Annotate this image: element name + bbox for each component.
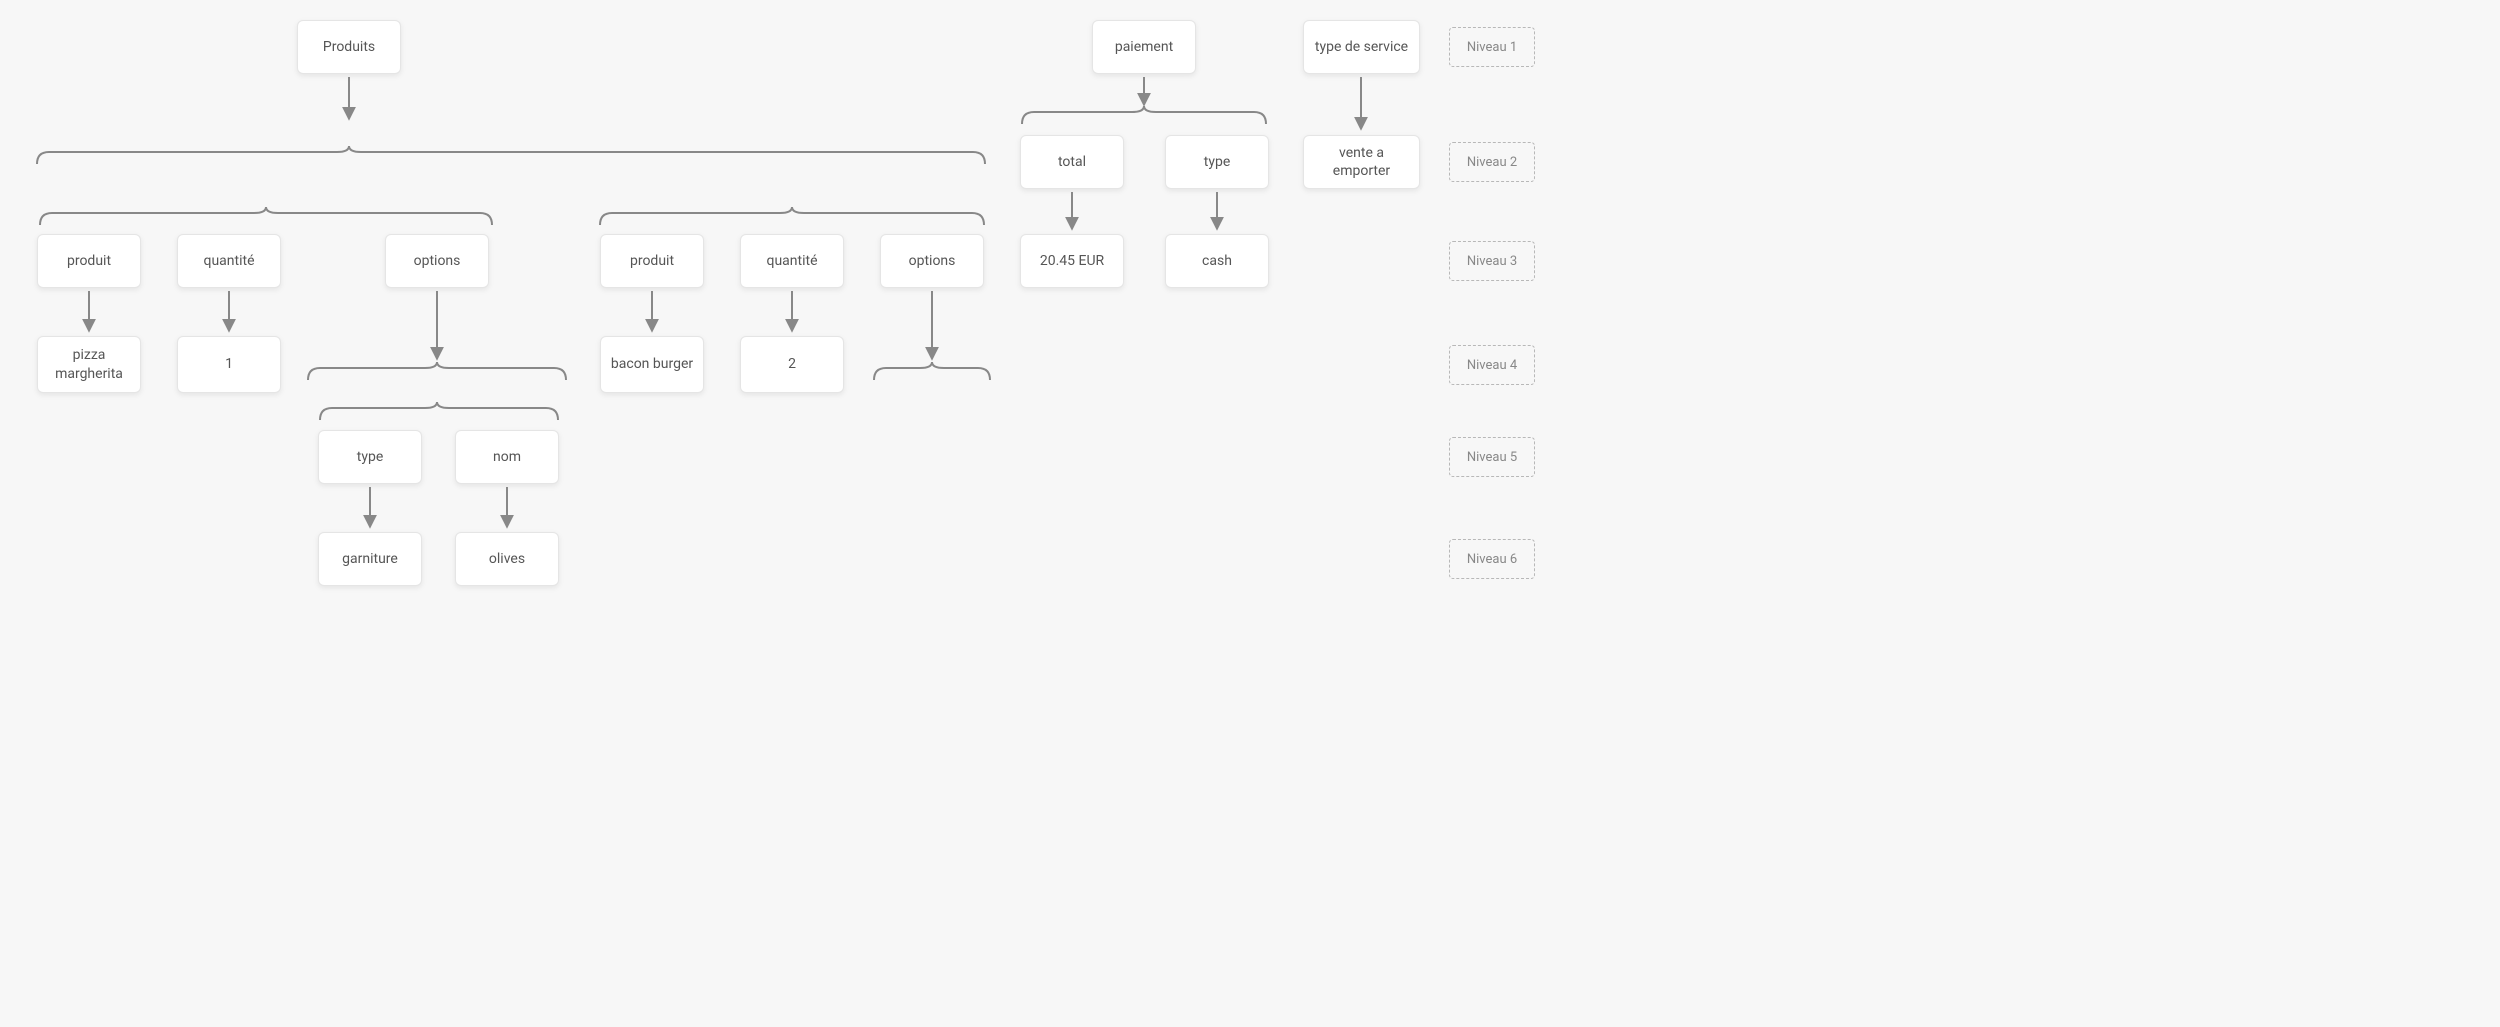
level-6: Niveau 6 bbox=[1449, 539, 1535, 579]
level-4: Niveau 4 bbox=[1449, 345, 1535, 385]
node-bacon: bacon burger bbox=[600, 336, 704, 393]
level-2: Niveau 2 bbox=[1449, 142, 1535, 182]
node-type-service: type de service bbox=[1303, 20, 1420, 74]
node-produit-b: produit bbox=[600, 234, 704, 288]
node-options-b: options bbox=[880, 234, 984, 288]
node-garniture: garniture bbox=[318, 532, 422, 586]
node-total: total bbox=[1020, 135, 1124, 189]
node-olives: olives bbox=[455, 532, 559, 586]
node-total-value: 20.45 EUR bbox=[1020, 234, 1124, 288]
node-vente-emporter: vente a emporter bbox=[1303, 135, 1420, 189]
node-payment-value: cash bbox=[1165, 234, 1269, 288]
level-3: Niveau 3 bbox=[1449, 241, 1535, 281]
node-opt-nom: nom bbox=[455, 430, 559, 484]
node-produit-a: produit bbox=[37, 234, 141, 288]
node-type-paiement: type bbox=[1165, 135, 1269, 189]
node-quantite-a: quantité bbox=[177, 234, 281, 288]
node-pizza: pizza margherita bbox=[37, 336, 141, 393]
node-options-a: options bbox=[385, 234, 489, 288]
node-paiement: paiement bbox=[1092, 20, 1196, 74]
level-5: Niveau 5 bbox=[1449, 437, 1535, 477]
node-opt-type: type bbox=[318, 430, 422, 484]
level-1: Niveau 1 bbox=[1449, 27, 1535, 67]
node-qty2: 2 bbox=[740, 336, 844, 393]
node-produits: Produits bbox=[297, 20, 401, 74]
node-quantite-b: quantité bbox=[740, 234, 844, 288]
node-qty1: 1 bbox=[177, 336, 281, 393]
